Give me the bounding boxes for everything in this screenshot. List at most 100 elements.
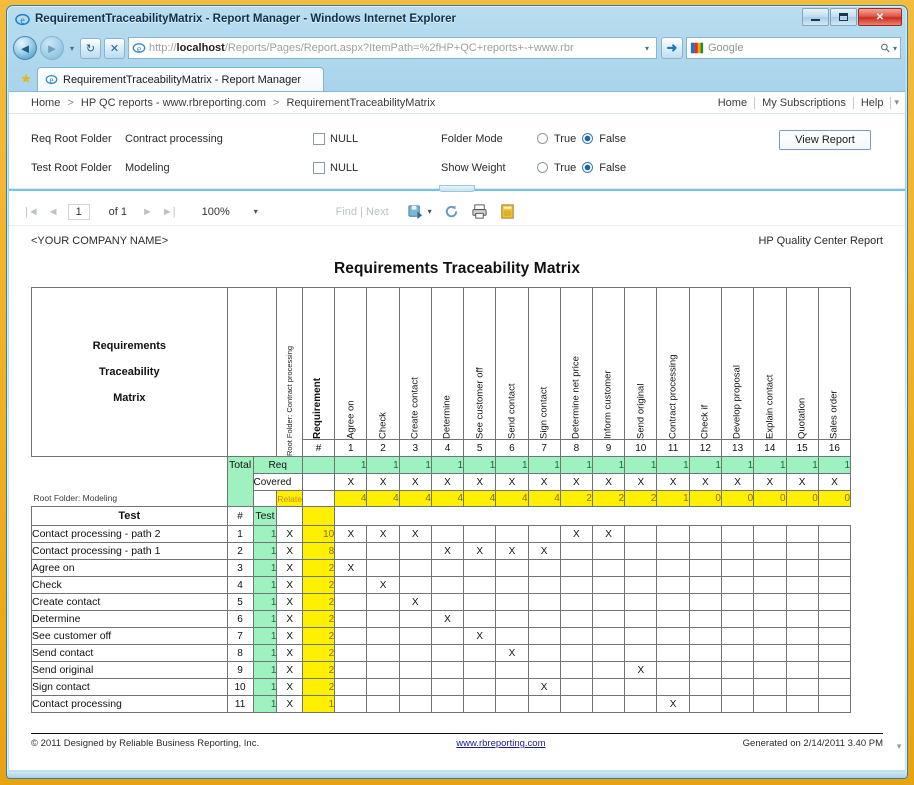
view-report-button[interactable]: View Report [779,130,871,150]
traceability-matrix-table: Requirements Traceability Matrix Root Fo… [31,287,883,713]
last-page-button[interactable]: ►| [162,206,176,218]
radio-folder-mode-false[interactable] [582,133,593,144]
find-next-button[interactable]: Next [366,206,389,218]
cell-r8-c8 [560,645,592,662]
parameter-null-test-root-folder[interactable]: NULL [313,162,441,174]
export-icon[interactable] [407,203,424,220]
favorites-star-icon[interactable]: ★ [15,67,37,91]
relate-6: 4 [496,491,528,507]
cell-r5-c13 [721,594,753,611]
cell-r1-c6 [496,526,528,543]
parameter-value-req-root-folder[interactable]: Contract processing [125,133,313,145]
table-row[interactable]: See customer off 7 1 X 2 X [32,628,883,645]
cell-r4-c16 [818,577,850,594]
search-provider-caret-icon[interactable]: ▾ [893,44,897,53]
table-row[interactable]: Send contact 8 1 X 2 X [32,645,883,662]
parameter-value-test-root-folder[interactable]: Modeling [125,162,313,174]
link-my-subscriptions[interactable]: My Subscriptions [755,97,854,109]
cell-r9-c3 [399,662,431,679]
page-number-input[interactable]: 1 [68,204,90,220]
radio-show-weight-true[interactable] [537,162,548,173]
radio-show-weight-false[interactable] [582,162,593,173]
scroll-down-icon[interactable]: ▼ [895,742,903,751]
table-row[interactable]: Contact processing - path 1 2 1 X 8 X X … [32,543,883,560]
splitter-grip[interactable] [439,185,475,192]
stop-button[interactable]: ✕ [104,38,125,59]
previous-page-button[interactable]: ◄ [48,206,59,218]
cell-r11-c14 [754,696,786,713]
table-row[interactable]: Contact processing 11 1 X 1 [32,696,883,713]
maximize-button[interactable] [830,8,857,26]
find-button[interactable]: Find [336,206,357,218]
test-total: 1 [253,543,277,560]
req-index-3: 3 [399,440,431,457]
cell-r2-c5: X [464,543,496,560]
refresh-icon[interactable] [443,203,460,220]
req-total-12: 1 [689,457,721,474]
link-home[interactable]: Home [711,97,755,109]
breadcrumb-separator: > [273,97,279,109]
cell-r4-c10 [625,577,657,594]
address-dropdown-icon[interactable]: ▾ [640,44,654,53]
find-controls: Find | Next [336,206,389,218]
link-help[interactable]: Help [854,97,892,109]
footer-generated: Generated on 2/14/2011 3.40 PM [743,738,883,749]
export-dropdown-caret-icon[interactable]: ▾ [428,207,432,216]
table-row[interactable]: Check 4 1 X 2 X [32,577,883,594]
table-row[interactable]: Sign contact 10 1 X 2 X [32,679,883,696]
null-checkbox[interactable] [313,162,325,174]
tab-requirement-traceability-matrix[interactable]: e RequirementTraceabilityMatrix - Report… [37,67,324,91]
test-covered-header [277,507,303,526]
breadcrumb-item-current[interactable]: RequirementTraceabilityMatrix [287,97,436,109]
table-row[interactable]: Agree on 3 1 X 2 X [32,560,883,577]
parameter-null-req-root-folder[interactable]: NULL [313,133,441,145]
close-button[interactable]: ✕ [858,8,902,26]
table-row[interactable]: Determine 6 1 X 2 X [32,611,883,628]
print-layout-icon[interactable] [499,203,516,220]
cell-r9-c9 [592,662,624,679]
table-row[interactable]: Contact processing - path 2 1 1 X 10 X X… [32,526,883,543]
table-row[interactable]: Send original 9 1 X 2 X [32,662,883,679]
overflow-caret-icon[interactable]: ▾ [891,97,899,108]
search-box[interactable]: Google ⚲ ▾ [686,37,901,59]
parameters-splitter[interactable] [9,189,905,198]
cell-r6-c15 [786,611,818,628]
chevron-down-icon[interactable]: ▾ [254,207,258,216]
cell-r1-c12 [689,526,721,543]
back-button[interactable]: ◄ [13,36,37,60]
breadcrumb-item-hp-qc-reports[interactable]: HP QC reports - www.rbreporting.com [81,97,266,109]
refresh-button[interactable]: ↻ [80,38,101,59]
report-toolbar: |◄ ◄ 1 of 1 ► ►| 100% ▾ Find | Next ▾ [9,198,905,226]
parameter-label-show-weight: Show Weight [441,162,537,174]
search-input-text[interactable]: Google [708,42,881,54]
cell-r5-c10 [625,594,657,611]
cell-r8-c1 [335,645,367,662]
next-page-button[interactable]: ► [142,206,153,218]
radio-folder-mode-true[interactable] [537,133,548,144]
cell-r10-c8 [560,679,592,696]
first-page-button[interactable]: |◄ [25,206,39,218]
zoom-select[interactable]: 100% ▾ [202,203,272,220]
table-row[interactable]: Create contact 5 1 X 2 X [32,594,883,611]
breadcrumb-item-home[interactable]: Home [31,97,60,109]
test-total: 1 [253,628,277,645]
cell-r8-c6: X [496,645,528,662]
test-relate: 2 [302,628,334,645]
recent-pages-caret-icon[interactable]: ▾ [67,44,77,53]
go-button[interactable]: ➜ [661,37,683,59]
print-icon[interactable] [471,203,488,220]
forward-button[interactable]: ► [40,36,64,60]
address-bar: ◄ ► ▾ ↻ ✕ e http://localhost/Reports/Pag… [7,32,907,64]
address-input[interactable]: e http://localhost/Reports/Pages/Report.… [128,37,657,59]
desktop-background: e RequirementTraceabilityMatrix - Report… [0,0,914,785]
cell-r3-c9 [592,560,624,577]
cell-r2-c7: X [528,543,560,560]
null-checkbox[interactable] [313,133,325,145]
cell-r5-c9 [592,594,624,611]
req-index-13: 13 [721,440,753,457]
report-source-label: HP Quality Center Report [758,235,883,247]
matrix-body: Requirements Traceability Matrix Root Fo… [32,288,883,713]
matrix-test-header-row: Test # Test [32,507,883,526]
footer-link[interactable]: www.rbreporting.com [456,738,545,749]
minimize-button[interactable] [802,8,829,26]
